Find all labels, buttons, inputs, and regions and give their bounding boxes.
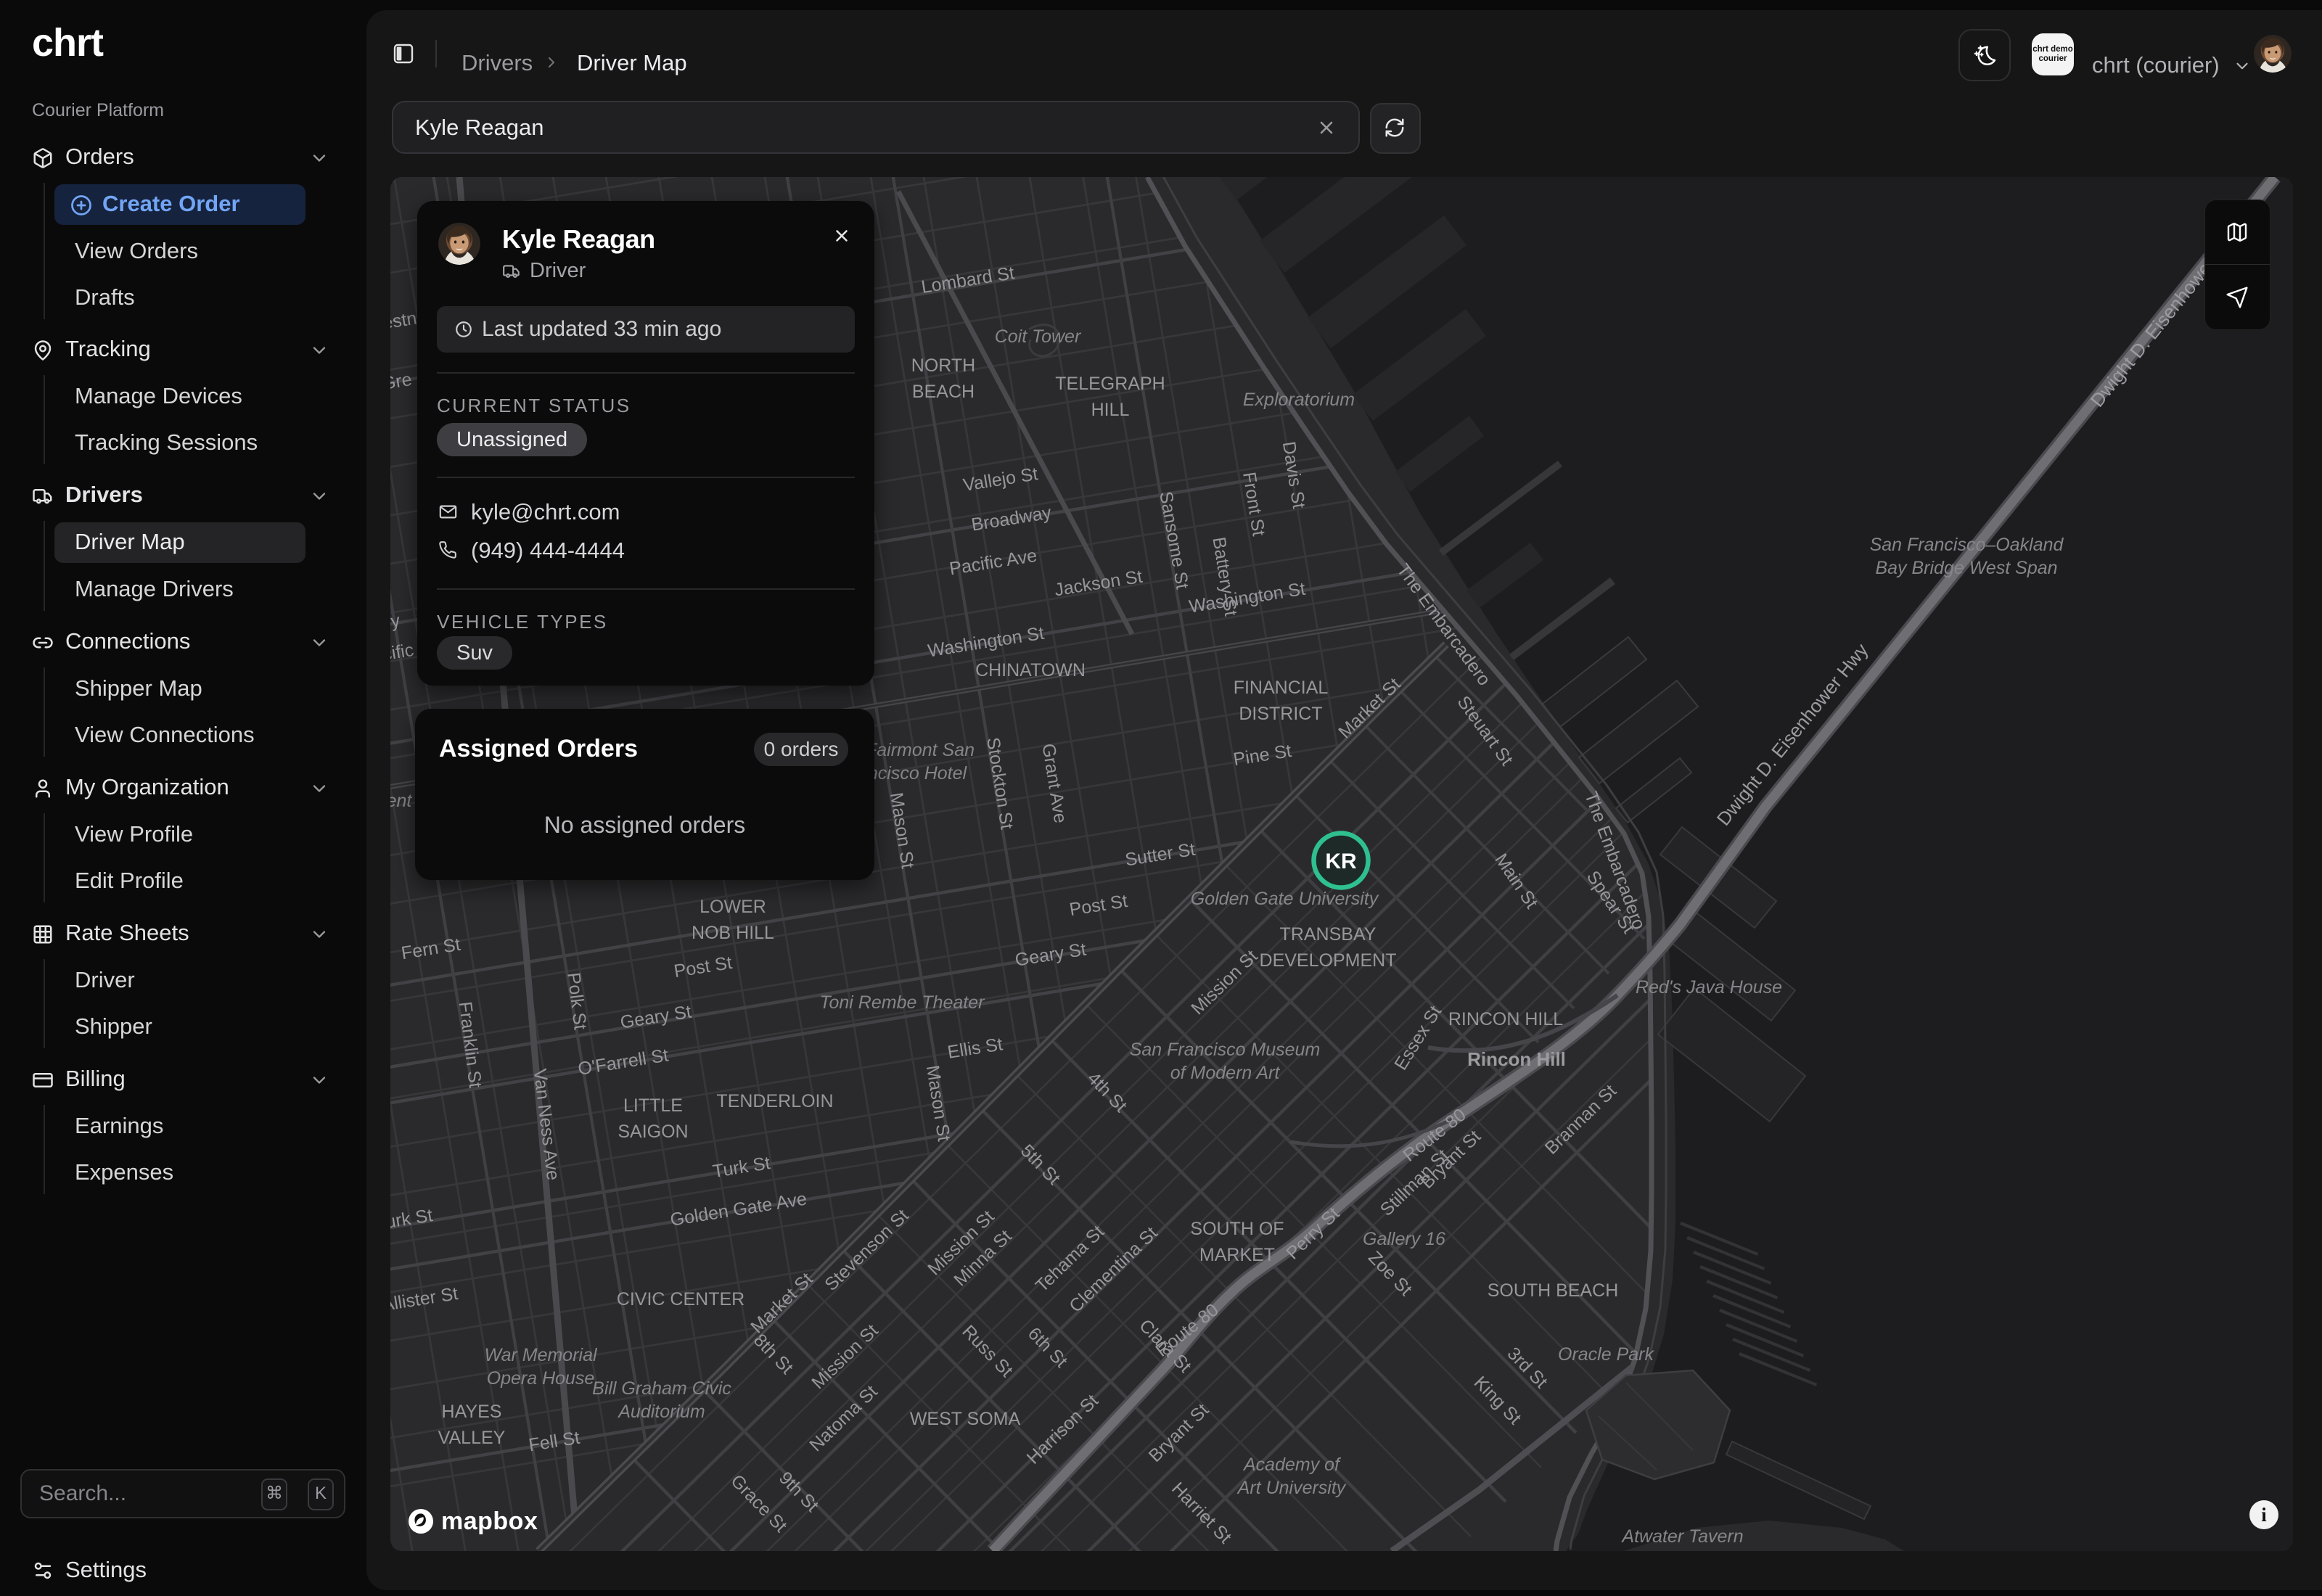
- svg-text:SAIGON: SAIGON: [618, 1122, 688, 1142]
- svg-text:Coit Tower: Coit Tower: [995, 326, 1082, 347]
- svg-text:WEST SOMA: WEST SOMA: [910, 1409, 1021, 1429]
- svg-text:CHINATOWN: CHINATOWN: [975, 660, 1086, 680]
- svg-text:MARKET: MARKET: [1199, 1245, 1275, 1265]
- svg-text:Exploratorium: Exploratorium: [1243, 390, 1355, 410]
- svg-text:NOB HILL: NOB HILL: [692, 923, 774, 943]
- svg-text:BEACH: BEACH: [912, 382, 975, 402]
- svg-text:ent: ent: [390, 791, 412, 811]
- svg-text:San Francisco Museum: San Francisco Museum: [1130, 1040, 1321, 1060]
- svg-text:Oracle Park: Oracle Park: [1558, 1344, 1654, 1365]
- svg-text:Bill Graham Civic: Bill Graham Civic: [592, 1378, 731, 1399]
- svg-text:Fairmont San: Fairmont San: [866, 740, 975, 760]
- svg-text:VALLEY: VALLEY: [438, 1428, 506, 1448]
- svg-text:FINANCIAL: FINANCIAL: [1234, 678, 1329, 698]
- svg-text:Toni Rembe Theater: Toni Rembe Theater: [820, 992, 986, 1013]
- svg-text:SOUTH BEACH: SOUTH BEACH: [1488, 1280, 1619, 1301]
- svg-text:DEVELOPMENT: DEVELOPMENT: [1260, 950, 1397, 971]
- svg-text:DISTRICT: DISTRICT: [1239, 704, 1322, 724]
- svg-text:Gallery 16: Gallery 16: [1363, 1229, 1445, 1249]
- svg-text:HILL: HILL: [1091, 400, 1130, 420]
- svg-text:Opera House: Opera House: [487, 1368, 595, 1389]
- svg-text:LITTLE: LITTLE: [623, 1095, 683, 1116]
- svg-text:War Memorial: War Memorial: [484, 1345, 598, 1365]
- svg-text:Auditorium: Auditorium: [617, 1402, 705, 1422]
- svg-text:Red's Java House: Red's Java House: [1636, 977, 1782, 998]
- svg-text:Art University: Art University: [1236, 1478, 1347, 1498]
- svg-text:HAYES: HAYES: [442, 1402, 502, 1422]
- svg-text:RINCON HILL: RINCON HILL: [1448, 1009, 1563, 1029]
- svg-text:Atwater Tavern: Atwater Tavern: [1620, 1526, 1743, 1547]
- svg-text:Academy of: Academy of: [1242, 1455, 1342, 1475]
- svg-text:Bay Bridge West Span: Bay Bridge West Span: [1875, 558, 2057, 578]
- svg-text:Golden Gate University: Golden Gate University: [1191, 889, 1379, 909]
- svg-text:KR: KR: [1325, 850, 1357, 873]
- svg-text:of Modern Art: of Modern Art: [1170, 1063, 1281, 1083]
- svg-text:NORTH: NORTH: [911, 355, 975, 376]
- svg-text:San Francisco–Oakland: San Francisco–Oakland: [1870, 535, 2064, 555]
- svg-text:CIVIC CENTER: CIVIC CENTER: [617, 1289, 744, 1309]
- svg-text:TENDERLOIN: TENDERLOIN: [716, 1091, 833, 1111]
- svg-text:TRANSBAY: TRANSBAY: [1280, 924, 1377, 945]
- svg-text:ncisco Hotel: ncisco Hotel: [868, 763, 968, 783]
- svg-text:SOUTH OF: SOUTH OF: [1190, 1219, 1284, 1239]
- svg-text:TELEGRAPH: TELEGRAPH: [1055, 374, 1165, 394]
- svg-text:LOWER: LOWER: [700, 897, 766, 917]
- svg-text:Rincon Hill: Rincon Hill: [1467, 1048, 1566, 1070]
